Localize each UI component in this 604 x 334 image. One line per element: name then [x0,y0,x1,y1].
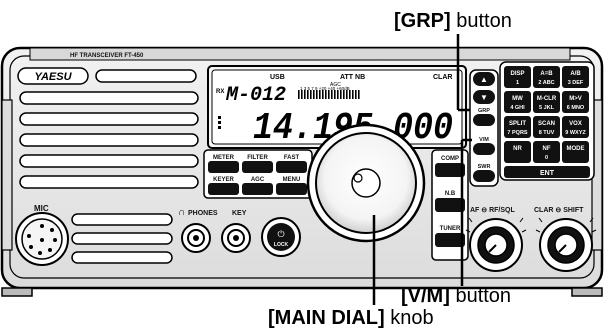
key-scan[interactable]: SCAN 8 TUV [533,116,560,138]
ent-label: ENT [540,170,555,177]
key-nf[interactable]: NF 0 [533,141,560,163]
key-label: NR [513,146,522,152]
svg-text:CLAR ⊖ SHIFT: CLAR ⊖ SHIFT [534,207,584,214]
key-label: M-CLR [537,96,557,102]
key-sublabel: 9 WXYZ [565,130,586,136]
svg-text:YAESU: YAESU [34,71,72,83]
grp-label: GRP [478,108,490,114]
keypad: DISP 1 A=B 2 ABC A/B 3 DEF MW 4 GHI M-CLR 5 JKL M>… [499,61,595,181]
key-sublabel: 6 MNO [567,105,585,111]
main-dial-callout: [MAIN DIAL] knob [268,307,434,329]
vm-button-callout: [V/M] button [401,285,511,307]
key-sublabel: 1 [516,80,519,86]
key-m-v[interactable]: M>V 6 MNO [562,91,589,113]
key-vox[interactable]: VOX 9 WXYZ [562,116,589,138]
key-sublabel: 7 PQRS [507,130,528,136]
key-label: M>V [569,96,582,102]
filter-label: FILTER [247,155,268,161]
power-icon: ⏻ [277,229,284,239]
key-sublabel: 5 JKL [539,105,555,111]
lcd-memory: M-012 [225,84,286,107]
s-meter-bars [298,90,360,99]
agc-label: AGC [251,177,265,183]
side-buttons: ▲ ▼ GRP V/M SWR [469,69,499,187]
lcd-clar: CLAR [433,74,452,81]
key-label: MW [512,96,523,102]
key-sublabel: 8 TUV [539,130,555,136]
yaesu-logo: YAESU [17,67,89,85]
model-strip: HF TRANSCEIVER FT-450 [70,53,144,59]
fast-label: FAST [284,155,300,161]
key-label: SPLIT [509,121,526,127]
comp-label: COMP [441,156,459,162]
lcd-mode: USB [270,74,285,81]
lock-button[interactable]: ⏻ LOCK [261,217,301,257]
svg-text:LOCK: LOCK [274,242,289,248]
lcd-att-nb: ATT NB [340,74,365,81]
key-sublabel: 2 ABC [538,80,554,86]
key-label: SCAN [538,121,555,127]
tuner-label: TUNER [440,226,461,232]
svg-text:AF ⊖ RF/SQL: AF ⊖ RF/SQL [470,207,515,214]
key-label: A=B [540,71,553,77]
key-mw[interactable]: MW 4 GHI [504,91,531,113]
key-split[interactable]: SPLIT 7 PQRS [504,116,531,138]
headphones-icon: ∩ [178,207,185,218]
key-disp[interactable]: DISP 1 [504,66,531,88]
key-a-b[interactable]: A=B 2 ABC [533,66,560,88]
chevron-up-icon: ▲ [480,75,488,84]
left-function-buttons: METER FILTER FAST KEYER AGC MENU [203,149,313,199]
key-label: VOX [569,121,582,127]
key-label: DISP [510,71,524,77]
lcd-rx: RX [216,89,224,95]
key-a-b[interactable]: A/B 3 DEF [562,66,589,88]
key-sublabel: 3 DEF [568,80,584,86]
v-m-label: V/M [479,137,489,143]
keyer-label: KEYER [213,177,234,183]
svg-text:KEY: KEY [232,210,247,217]
key-sublabel: 0 [545,155,548,161]
key-nr[interactable]: NR [504,141,531,163]
n-b-label: N.B [445,191,456,197]
key-mode[interactable]: MODE [562,141,589,163]
key-label: A/B [570,71,581,77]
main-dial-knob[interactable] [306,123,426,243]
svg-text:PHONES: PHONES [188,210,218,217]
grp-button-callout: [GRP] button [394,10,512,32]
key-m-clr[interactable]: M-CLR 5 JKL [533,91,560,113]
key-label: NF [543,146,551,152]
swr-label: SWR [478,164,491,170]
radio-front-panel-diagram: HF TRANSCEIVER FT-450 YAESU MIC ∩ PHONES… [0,0,604,329]
svg-text:MIC: MIC [34,204,49,213]
key-label: MODE [567,146,585,152]
lcd-scale: 1 3 5 7 9 +20 +40 +60dB [300,86,350,91]
meter-label: METER [213,155,235,161]
chevron-down-icon: ▼ [480,93,488,102]
menu-label: MENU [283,177,301,183]
key-sublabel: 4 GHI [510,105,525,111]
